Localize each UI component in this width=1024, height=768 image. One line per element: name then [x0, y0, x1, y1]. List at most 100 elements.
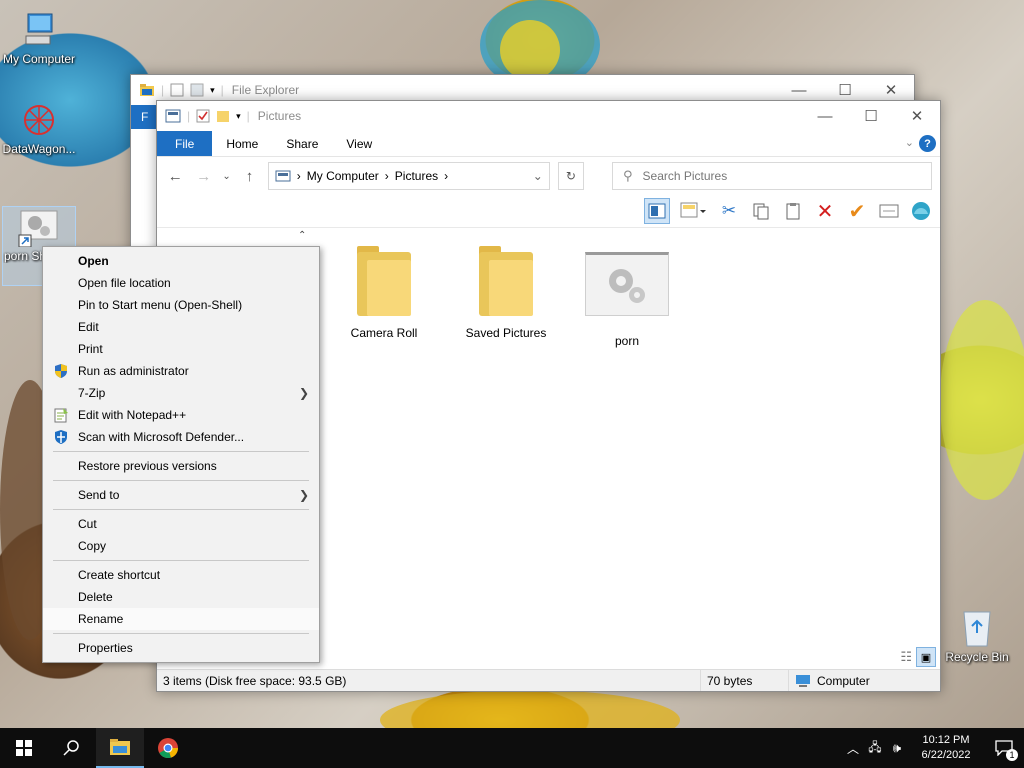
- new-folder-icon[interactable]: [190, 83, 204, 97]
- desktop-icon-my-computer[interactable]: My Computer: [0, 10, 78, 66]
- menu-item-cut[interactable]: Cut: [43, 513, 319, 535]
- show-hidden-icons-icon[interactable]: ︿: [842, 740, 864, 757]
- large-icons-view-icon[interactable]: ▣: [916, 647, 936, 667]
- properties-button[interactable]: ✔: [844, 198, 870, 224]
- taskbar: ︿ 🖧 🕪 10:12 PM 6/22/2022 1: [0, 728, 1024, 768]
- desktop-icon-label: Recycle Bin: [945, 650, 1009, 664]
- recycle-bin-icon: [963, 611, 991, 647]
- desktop-icon-label: My Computer: [2, 52, 76, 66]
- taskbar-chrome[interactable]: [144, 728, 192, 768]
- menu-item-scan-with-defender[interactable]: Scan with Microsoft Defender...: [43, 426, 319, 448]
- submenu-arrow-icon: ❯: [298, 488, 309, 502]
- close-button[interactable]: ✕: [894, 101, 940, 131]
- ribbon-expand-icon[interactable]: ⌄: [905, 136, 914, 149]
- file-item-porn[interactable]: porn: [572, 252, 682, 348]
- views-button[interactable]: [676, 198, 710, 224]
- minimize-button[interactable]: —: [802, 101, 848, 131]
- breadcrumb-pictures[interactable]: Pictures: [395, 169, 438, 183]
- title-bar[interactable]: | ▾ | Pictures — ☐ ✕: [157, 101, 940, 131]
- address-dropdown-icon[interactable]: ⌄: [533, 169, 543, 183]
- cut-button[interactable]: ✂: [716, 198, 742, 224]
- tab-share[interactable]: Share: [272, 131, 332, 156]
- computer-icon: [25, 13, 53, 45]
- clock-date: 6/22/2022: [921, 749, 971, 761]
- menu-item-run-as-administrator[interactable]: Run as administrator: [43, 360, 319, 382]
- file-item-label: porn: [614, 334, 640, 348]
- clock-time: 10:12 PM: [922, 734, 970, 746]
- menu-item-delete[interactable]: Delete: [43, 586, 319, 608]
- computer-icon: [796, 674, 810, 687]
- start-button[interactable]: [0, 728, 48, 768]
- status-size: 70 bytes: [701, 670, 789, 691]
- maximize-button[interactable]: ☐: [848, 101, 894, 131]
- scroll-up-icon[interactable]: ⌃: [298, 230, 306, 241]
- taskbar-file-explorer[interactable]: [96, 728, 144, 768]
- tab-view[interactable]: View: [332, 131, 386, 156]
- search-box[interactable]: ⚲ Search Pictures: [611, 162, 932, 190]
- submenu-arrow-icon: ❯: [298, 386, 309, 400]
- file-item-saved-pictures[interactable]: Saved Pictures: [451, 246, 561, 340]
- notifications-button[interactable]: 1: [984, 728, 1024, 768]
- clock[interactable]: 10:12 PM 6/22/2022: [908, 733, 984, 763]
- search-input[interactable]: Search Pictures: [643, 169, 728, 183]
- window-title: Pictures: [257, 109, 302, 123]
- recent-locations-icon[interactable]: ⌄: [222, 171, 231, 182]
- menu-item-edit-with-notepad[interactable]: Edit with Notepad++: [43, 404, 319, 426]
- up-button[interactable]: ↑: [239, 168, 259, 185]
- open-shell-button[interactable]: [908, 198, 934, 224]
- file-item-label: Camera Roll: [350, 326, 418, 340]
- volume-icon[interactable]: 🕪: [886, 740, 908, 756]
- menu-separator: [53, 451, 309, 452]
- breadcrumb-my-computer[interactable]: My Computer: [307, 169, 379, 183]
- qat-dropdown-icon[interactable]: ▾: [236, 111, 241, 122]
- address-bar[interactable]: › My Computer › Pictures › ⌄: [267, 162, 550, 190]
- email-button[interactable]: [876, 198, 902, 224]
- menu-item-open-file-location[interactable]: Open file location: [43, 272, 319, 294]
- desktop-icon-recycle-bin[interactable]: Recycle Bin: [938, 604, 1016, 664]
- ribbon-tab-file[interactable]: F: [131, 105, 159, 129]
- forward-button[interactable]: →: [193, 168, 213, 185]
- defender-icon: [55, 430, 67, 444]
- menu-item-send-to[interactable]: Send to ❯: [43, 484, 319, 506]
- menu-item-create-shortcut[interactable]: Create shortcut: [43, 564, 319, 586]
- paste-button[interactable]: [780, 198, 806, 224]
- folder-icon: [479, 246, 533, 316]
- menu-item-open[interactable]: Open: [43, 250, 319, 272]
- system-tray: ︿ 🖧 🕪 10:12 PM 6/22/2022 1: [842, 728, 1024, 768]
- status-bar: 3 items (Disk free space: 93.5 GB) 70 by…: [157, 669, 940, 691]
- shell-icon: [912, 202, 930, 220]
- back-button[interactable]: ←: [165, 168, 185, 185]
- menu-separator: [53, 509, 309, 510]
- classic-toolbar: ✂ ✕ ✔: [157, 195, 940, 227]
- menu-item-pin-to-start[interactable]: Pin to Start menu (Open-Shell): [43, 294, 319, 316]
- settings-file-icon: [18, 210, 58, 247]
- navigation-bar: ← → ⌄ ↑ › My Computer › Pictures › ⌄ ↻ ⚲…: [157, 157, 940, 195]
- preview-pane-button[interactable]: [644, 198, 670, 224]
- notification-count-badge: 1: [1006, 749, 1018, 761]
- file-item-camera-roll[interactable]: Camera Roll: [329, 246, 439, 340]
- menu-item-copy[interactable]: Copy: [43, 535, 319, 557]
- menu-item-rename[interactable]: Rename: [43, 608, 319, 630]
- views-icon: [680, 202, 706, 218]
- refresh-button[interactable]: ↻: [557, 162, 584, 190]
- copy-button[interactable]: [748, 198, 774, 224]
- menu-item-properties[interactable]: Properties: [43, 637, 319, 659]
- new-folder-icon[interactable]: [216, 109, 230, 123]
- desktop-icon-datawagon[interactable]: DataWagon...: [0, 100, 78, 156]
- menu-item-restore-previous-versions[interactable]: Restore previous versions: [43, 455, 319, 477]
- qat-dropdown-icon[interactable]: ▾: [210, 85, 215, 96]
- tab-file[interactable]: File: [157, 131, 213, 156]
- network-icon[interactable]: 🖧: [864, 738, 886, 759]
- delete-button[interactable]: ✕: [812, 198, 838, 224]
- tab-home[interactable]: Home: [212, 131, 272, 156]
- menu-item-print[interactable]: Print: [43, 338, 319, 360]
- properties-icon[interactable]: [170, 83, 184, 97]
- details-view-icon[interactable]: ☷: [900, 649, 912, 665]
- menu-item-edit[interactable]: Edit: [43, 316, 319, 338]
- preview-pane-icon: [648, 203, 666, 219]
- menu-item-7-zip[interactable]: 7-Zip ❯: [43, 382, 319, 404]
- properties-icon[interactable]: [196, 109, 210, 123]
- search-button[interactable]: [48, 728, 96, 768]
- help-icon[interactable]: ?: [919, 135, 936, 152]
- status-summary: 3 items (Disk free space: 93.5 GB): [157, 670, 701, 691]
